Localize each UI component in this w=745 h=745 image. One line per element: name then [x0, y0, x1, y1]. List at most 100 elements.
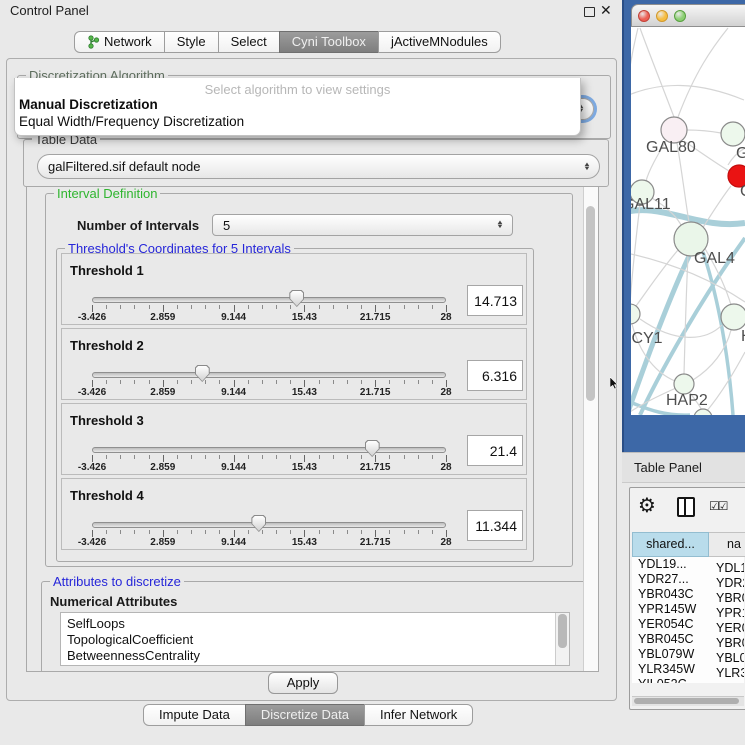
- cell-shared-name: YIL052C: [632, 677, 713, 683]
- table-row[interactable]: YPR145WYPR1: [632, 602, 744, 617]
- table-row[interactable]: YLR345WYLR3: [632, 662, 744, 677]
- num-intervals-label: Number of Intervals: [77, 218, 199, 233]
- threshold-label: Threshold 2: [70, 338, 144, 353]
- slider-scale-labels: -3.4262.8599.14415.4321.71528: [92, 462, 446, 474]
- network-canvas[interactable]: GAL80GACGAL11GAL4GCY1HHAP2: [631, 27, 745, 415]
- network-edge: [706, 352, 745, 412]
- threshold-slider[interactable]: -3.4262.8599.14415.4321.71528: [92, 290, 446, 322]
- table-horizontal-scrollbar[interactable]: [632, 696, 744, 706]
- cell-shared-name: YDL19...: [632, 557, 713, 572]
- table-row[interactable]: YER054CYER0: [632, 617, 744, 632]
- network-node-label: GAL4: [694, 250, 735, 267]
- cell-shared-name: YDR27...: [632, 572, 713, 587]
- numerical-attributes-list[interactable]: SelfLoopsTopologicalCoefficientBetweenne…: [60, 612, 570, 666]
- table-row[interactable]: YBR045CYBR0: [632, 632, 744, 647]
- threshold-slider[interactable]: -3.4262.8599.14415.4321.71528: [92, 365, 446, 397]
- cell-shared-name: YBR045C: [632, 632, 713, 647]
- slider-track[interactable]: [92, 447, 446, 453]
- slider-track[interactable]: [92, 372, 446, 378]
- network-node-label: GA: [736, 145, 745, 162]
- mouse-cursor: [610, 377, 621, 390]
- minimize-traffic-light[interactable]: [656, 10, 668, 22]
- table-row[interactable]: YDR27...YDR2: [632, 572, 744, 587]
- tab-jactivemnodules[interactable]: jActiveMNodules: [378, 31, 501, 53]
- table-row[interactable]: YBR043CYBR0: [632, 587, 744, 602]
- network-node-label: GAL11: [631, 196, 671, 213]
- algorithm-option[interactable]: Equal Width/Frequency Discretization: [19, 114, 244, 129]
- close-traffic-light[interactable]: [638, 10, 650, 22]
- network-node-label: HAP2: [666, 392, 708, 409]
- control-panel-titlebar: Control Panel ✕: [0, 0, 622, 22]
- threshold-value-field[interactable]: 6.316: [467, 360, 523, 391]
- threshold-slider[interactable]: -3.4262.8599.14415.4321.71528: [92, 440, 446, 472]
- cell-name: YIL0: [713, 681, 742, 683]
- attribute-item[interactable]: SelfLoops: [61, 616, 569, 632]
- attribute-item[interactable]: BetweennessCentrality: [61, 648, 569, 664]
- bottom-tab-bar: Impute Data Discretize Data Infer Network: [143, 704, 473, 726]
- algorithm-placeholder: Select algorithm to view settings: [15, 82, 580, 97]
- threshold-value-field[interactable]: 14.713: [467, 285, 523, 316]
- tab-cyni-toolbox[interactable]: Cyni Toolbox: [279, 31, 379, 53]
- algorithm-dropdown-popup: Select algorithm to view settings Manual…: [14, 78, 581, 136]
- table-row[interactable]: YDL19...YDL1: [632, 557, 744, 572]
- network-node-label: GCY1: [631, 330, 663, 347]
- select-attributes-icon[interactable]: ☑☑: [709, 499, 727, 513]
- column-header-name[interactable]: na: [709, 532, 745, 557]
- table-panel-title: Table Panel: [634, 460, 702, 475]
- apply-button[interactable]: Apply: [268, 672, 338, 694]
- cell-shared-name: YBR043C: [632, 587, 713, 602]
- network-node[interactable]: [631, 304, 640, 324]
- network-node[interactable]: [721, 122, 745, 146]
- network-edge: [687, 130, 721, 133]
- attributes-scrollbar[interactable]: [555, 613, 569, 665]
- network-icon: [87, 35, 100, 49]
- settings-scroll-area: Interval Definition Number of Intervals …: [26, 186, 599, 672]
- tab-select[interactable]: Select: [218, 31, 280, 53]
- network-window-titlebar: [631, 4, 745, 27]
- tab-label: Select: [231, 32, 267, 52]
- network-node[interactable]: [694, 409, 712, 415]
- float-window-icon[interactable]: [584, 7, 595, 17]
- tab-style[interactable]: Style: [164, 31, 219, 53]
- tab-network[interactable]: Network: [74, 31, 165, 53]
- threshold-value-field[interactable]: 21.4: [467, 435, 523, 466]
- threshold-box: Threshold 1 -3.4262.8599.14415.4321.71528…: [61, 253, 527, 325]
- combo-arrows-icon: ▲▼: [495, 221, 505, 229]
- table-data-combobox[interactable]: galFiltered.sif default node ▲▼: [37, 154, 600, 179]
- close-icon[interactable]: ✕: [600, 2, 612, 19]
- combo-arrows-icon: ▲▼: [582, 163, 592, 171]
- threshold-value-field[interactable]: 11.344: [467, 510, 523, 541]
- threshold-label: Threshold 1: [70, 263, 144, 278]
- network-window: GAL80GACGAL11GAL4GCY1HHAP2: [631, 4, 745, 415]
- num-intervals-combobox[interactable]: 5 ▲▼: [212, 214, 513, 236]
- settings-vertical-scrollbar[interactable]: [583, 187, 598, 671]
- algorithm-option[interactable]: Manual Discretization: [19, 97, 158, 112]
- gear-icon[interactable]: ⚙: [638, 493, 656, 518]
- table-panel: ⚙ ☑☑ shared... na YDL19...YDL1YDR27...YD…: [629, 487, 745, 710]
- zoom-traffic-light[interactable]: [674, 10, 686, 22]
- slider-track[interactable]: [92, 522, 446, 528]
- tab-discretize-data[interactable]: Discretize Data: [245, 704, 365, 726]
- app-root: Control Panel ✕ Network Style Select Cyni T…: [0, 0, 745, 745]
- threshold-slider[interactable]: -3.4262.8599.14415.4321.71528: [92, 515, 446, 547]
- network-node[interactable]: [674, 374, 694, 394]
- tab-label: Network: [104, 32, 152, 52]
- columns-icon[interactable]: [677, 497, 695, 517]
- table-row[interactable]: YIL052CYIL0: [632, 677, 744, 683]
- panel-title: Control Panel: [10, 3, 89, 18]
- attribute-item[interactable]: TopologicalCoefficient: [61, 632, 569, 648]
- table-rows: YDL19...YDL1YDR27...YDR2YBR043CYBR0YPR14…: [632, 557, 744, 683]
- table-row[interactable]: YBL079WYBL0: [632, 647, 744, 662]
- network-node-label: C: [740, 183, 745, 200]
- slider-scale-labels: -3.4262.8599.14415.4321.71528: [92, 312, 446, 324]
- tab-infer-network[interactable]: Infer Network: [364, 704, 473, 726]
- thresholds-group: Threshold's Coordinates for 5 Intervals …: [56, 248, 534, 562]
- network-edge: [678, 28, 728, 117]
- network-node[interactable]: [721, 304, 745, 330]
- network-node-label: H: [741, 328, 745, 345]
- slider-track[interactable]: [92, 297, 446, 303]
- tab-impute-data[interactable]: Impute Data: [143, 704, 246, 726]
- tab-label: Discretize Data: [261, 705, 349, 725]
- column-header-shared[interactable]: shared...: [632, 532, 709, 557]
- table-panel-titlebar: Table Panel: [622, 452, 745, 483]
